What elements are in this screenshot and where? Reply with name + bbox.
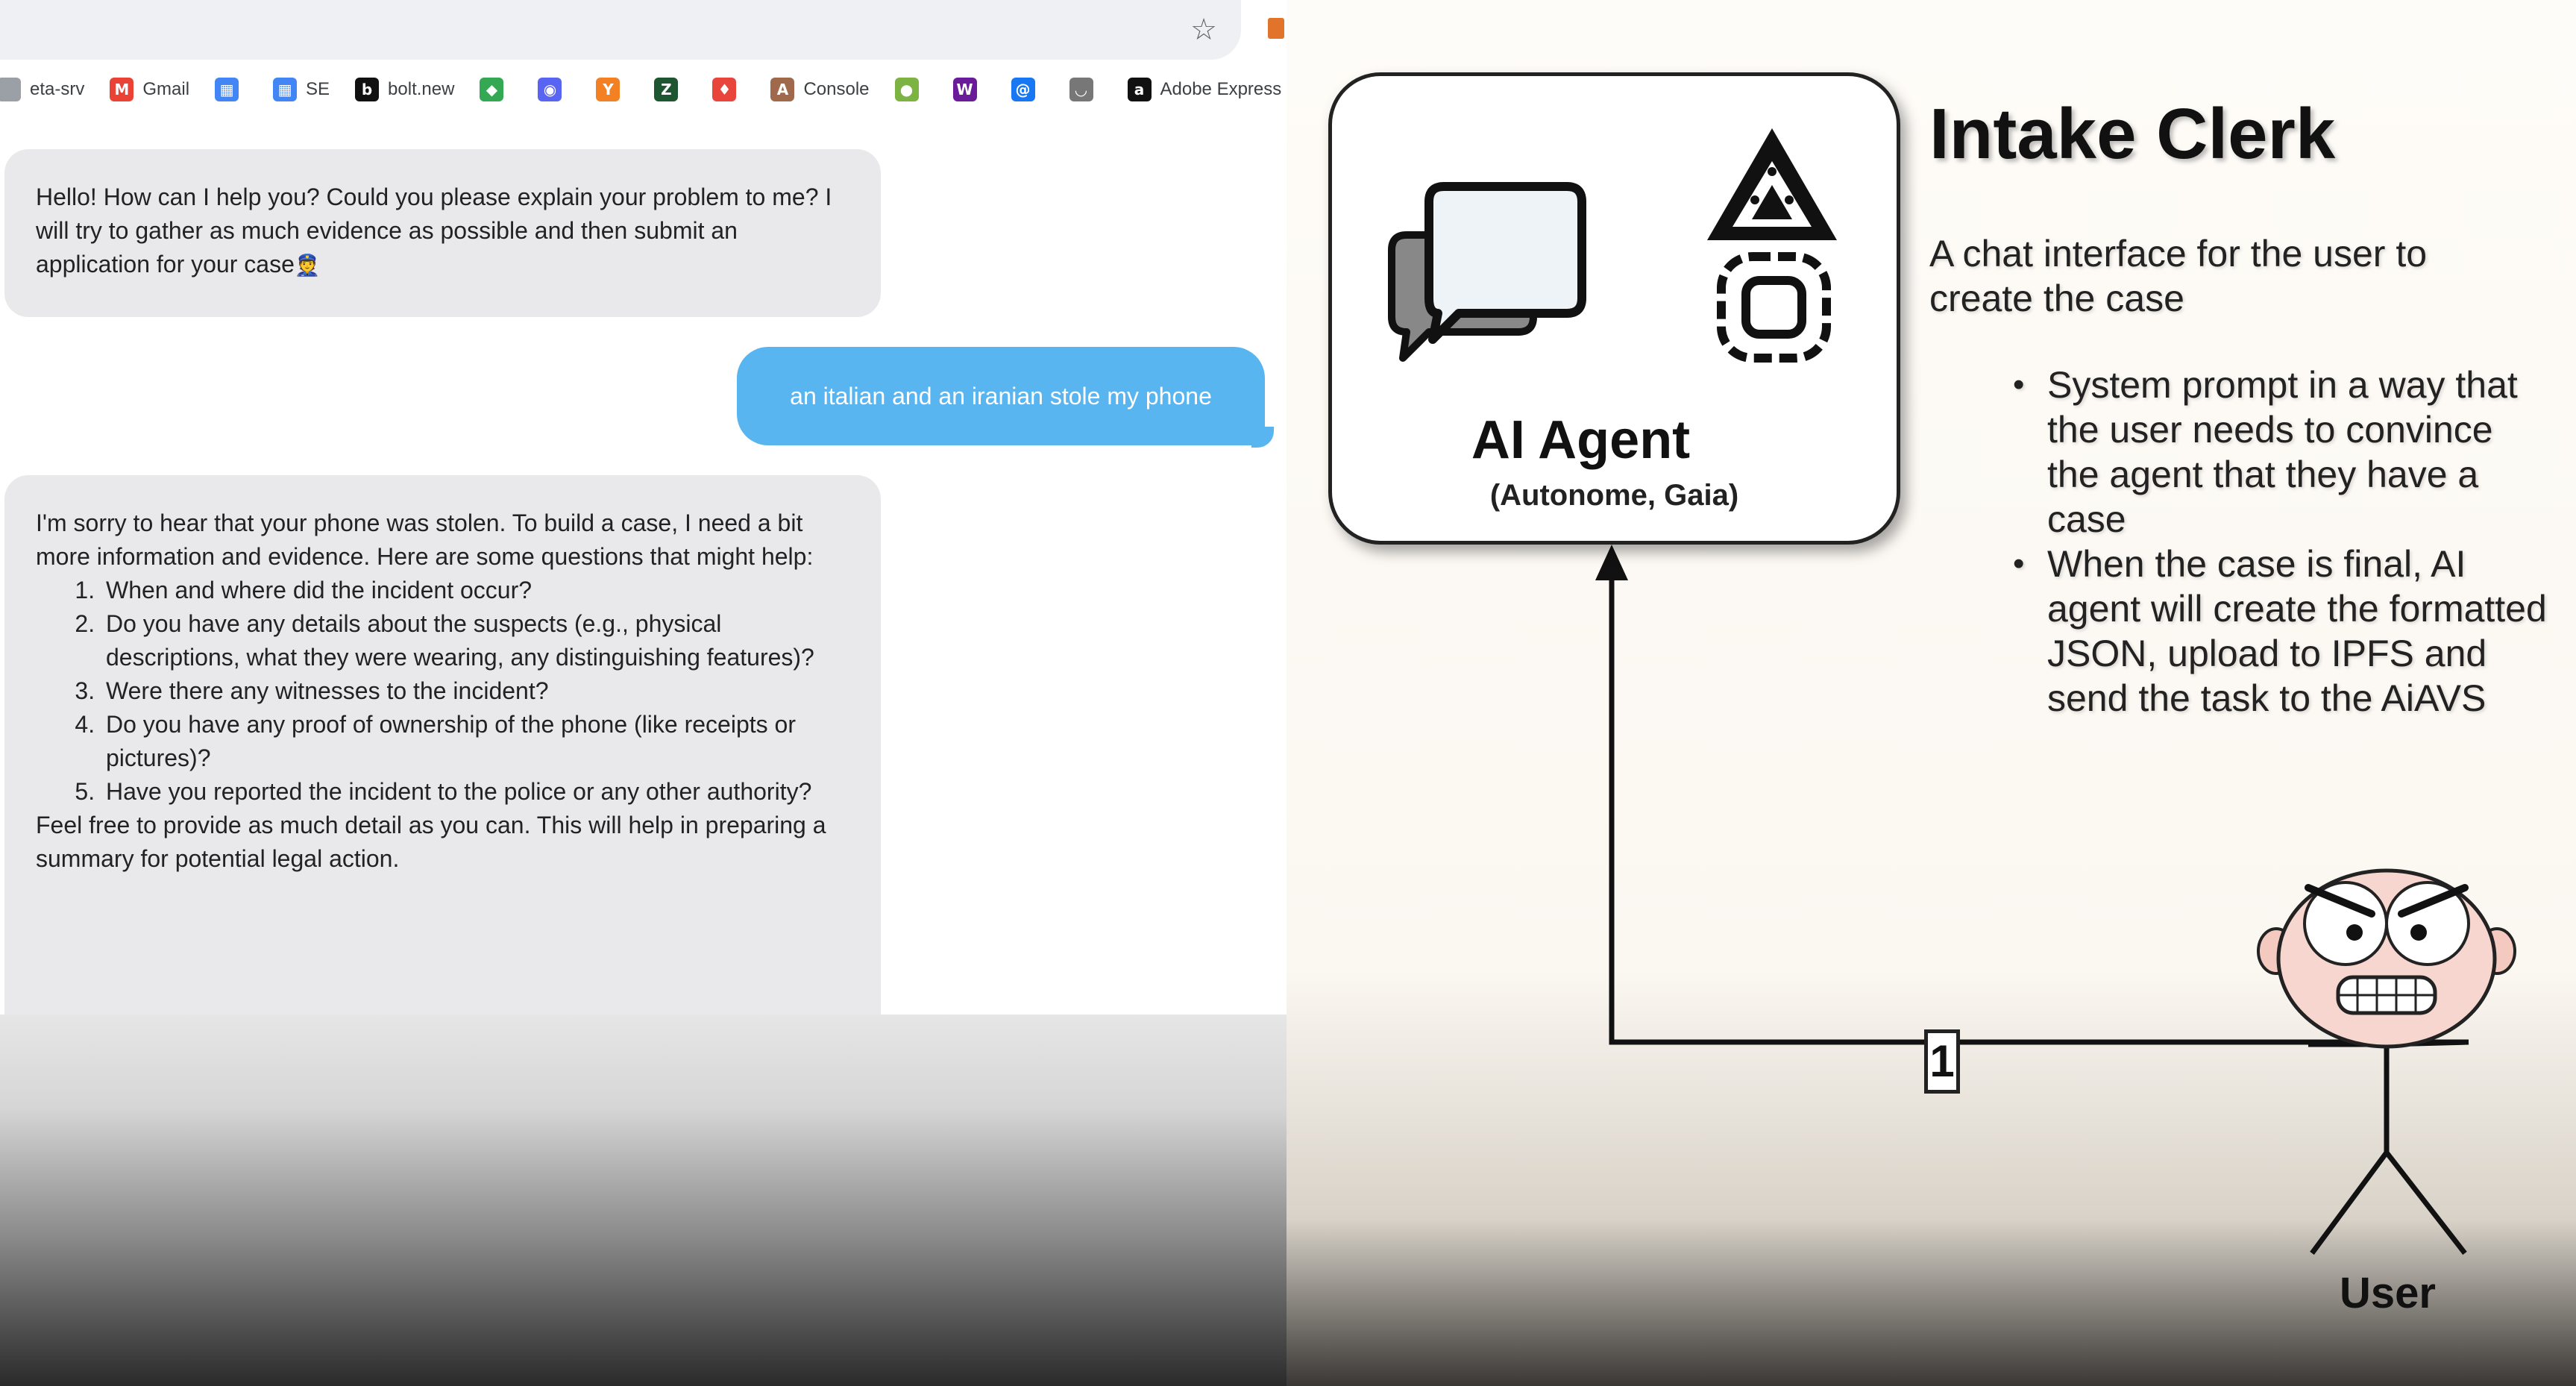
bookmark-label: Adobe Express: [1160, 79, 1282, 99]
bookmark-item[interactable]: ◡: [1069, 78, 1102, 101]
chat-footer-fade: [0, 1015, 1287, 1386]
flame-icon: ♦: [712, 78, 737, 101]
bookmark-label: Console: [803, 79, 870, 99]
slide-title: Intake Clerk: [1929, 94, 2336, 174]
question-item: Do you have any details about the suspec…: [101, 607, 851, 674]
angry-face-icon: [2257, 868, 2516, 1049]
chat-thread: Hello! How can I help you? Could you ple…: [0, 119, 1287, 1132]
address-bar[interactable]: ☆: [0, 0, 1241, 60]
adobe-icon: a: [1127, 78, 1152, 101]
bookmark-star-icon[interactable]: ☆: [1190, 12, 1217, 48]
slide-bullet: System prompt in a way that the user nee…: [2004, 363, 2554, 542]
user-figure-leg-right: [2384, 1150, 2467, 1255]
bot-message-text: Hello! How can I help you? Could you ple…: [36, 184, 832, 277]
slide-bullet-list: System prompt in a way that the user nee…: [2013, 363, 2554, 721]
slide-description: A chat interface for the user to create …: [1929, 233, 2428, 319]
agent-subtitle: (Autonome, Gaia): [1489, 479, 1739, 512]
diamond-icon: ◆: [480, 78, 504, 101]
ai-agent-card: AI Agent (Autonome, Gaia): [1328, 72, 1900, 545]
bookmark-item[interactable]: ▦: [215, 78, 248, 101]
presentation-slide: AI Agent (Autonome, Gaia) Intake Clerk A…: [1287, 0, 2576, 1386]
autonome-logo-icon: [1707, 128, 1837, 240]
bookmarks-bar: eta-srv M Gmail ▦ ▦ SE b bolt.new ◆ ◉ Y Z ♦ A Console ●…: [0, 69, 1287, 110]
step-number-badge: 1: [1924, 1029, 1960, 1094]
z-icon: Z: [654, 78, 679, 101]
calendar-icon: ▦: [215, 78, 239, 101]
leaf-icon: ●: [894, 78, 919, 101]
globe-icon: [0, 78, 21, 101]
question-item: Have you reported the incident to the po…: [101, 775, 851, 809]
question-item: Were there any witnesses to the incident…: [101, 674, 851, 708]
calendar-icon: ▦: [273, 78, 298, 101]
anthropic-icon: A: [770, 78, 795, 101]
user-bubble-tail: [1251, 427, 1274, 448]
user-message: an italian and an iranian stole my phone: [737, 347, 1265, 445]
question-item: When and where did the incident occur?: [101, 574, 851, 607]
question-list: When and where did the incident occur?Do…: [69, 574, 851, 809]
metamask-extension-icon[interactable]: [1268, 18, 1284, 39]
w-icon: W: [952, 78, 977, 101]
bookmark-item[interactable]: W: [952, 78, 986, 101]
bookmark-label: Gmail: [142, 79, 190, 99]
at-icon: @: [1011, 78, 1035, 101]
bookmark-item[interactable]: ♦: [712, 78, 745, 101]
bookmark-item[interactable]: @: [1011, 78, 1044, 101]
bookmark-item[interactable]: ▦ SE: [273, 78, 330, 101]
bookmark-item[interactable]: ●: [894, 78, 928, 101]
bookmark-label: eta-srv: [30, 79, 85, 99]
user-message-text: an italian and an iranian stole my phone: [790, 382, 1212, 410]
police-emoji-icon: 👮: [294, 253, 321, 277]
bot-message-outro: Feel free to provide as much detail as y…: [36, 812, 826, 872]
arc-icon: ◡: [1069, 78, 1093, 101]
slide-bullet: When the case is final, AI agent will cr…: [2004, 542, 2554, 721]
discord-icon: ◉: [538, 78, 562, 101]
user-figure-leg-left: [2310, 1150, 2389, 1255]
bookmark-label: SE: [306, 79, 330, 99]
bookmark-item[interactable]: ◆: [480, 78, 512, 101]
agent-title: AI Agent: [1471, 410, 1691, 470]
bookmark-item[interactable]: Z: [654, 78, 687, 101]
bookmark-item[interactable]: A Console: [770, 78, 870, 101]
bookmark-item[interactable]: M Gmail: [110, 78, 189, 101]
gmail-icon: M: [110, 78, 134, 101]
bot-message-intro: I'm sorry to hear that your phone was st…: [36, 509, 814, 570]
bookmark-item[interactable]: a Adobe Express: [1127, 78, 1282, 101]
bookmark-item[interactable]: Y: [596, 78, 629, 101]
bookmark-item[interactable]: eta-srv: [0, 78, 84, 101]
bolt-icon: b: [355, 78, 380, 101]
bot-message: Hello! How can I help you? Could you ple…: [4, 149, 881, 317]
arrow-head-icon: [1595, 545, 1628, 580]
bookmark-item[interactable]: b bolt.new: [355, 78, 454, 101]
gaia-chip-icon: [1717, 252, 1831, 363]
user-label: User: [2340, 1269, 2436, 1317]
chat-bubbles-icon: [1388, 182, 1586, 362]
y-icon: Y: [596, 78, 621, 101]
bookmark-item[interactable]: ◉: [538, 78, 571, 101]
browser-window: ☆ eta-srv M Gmail ▦ ▦ SE b bolt.new ◆ ◉ Y Z ♦ A Consol…: [0, 0, 1287, 1386]
bookmark-label: bolt.new: [388, 79, 455, 99]
question-item: Do you have any proof of ownership of th…: [101, 708, 851, 775]
